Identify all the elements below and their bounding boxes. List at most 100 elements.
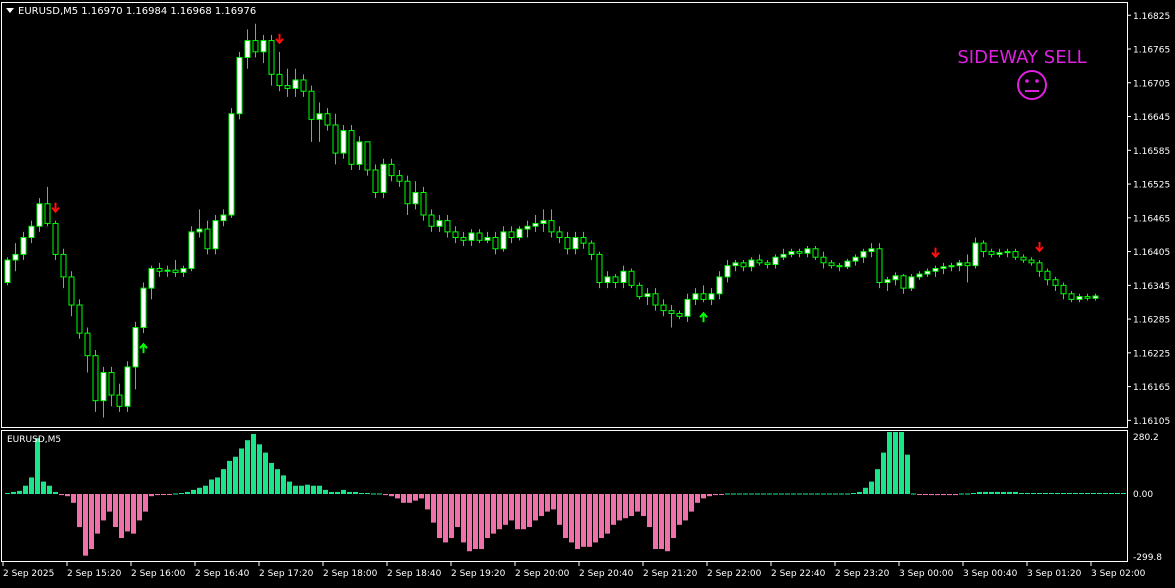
candle — [628, 268, 635, 289]
candle — [668, 305, 675, 328]
candle-body — [244, 40, 251, 58]
candle-body — [444, 220, 451, 233]
candle — [748, 257, 755, 272]
symbol-info-line: EURUSD,M5 1.16970 1.16984 1.16968 1.1697… — [18, 6, 256, 17]
histogram-bar — [569, 494, 574, 543]
candle — [508, 226, 515, 244]
candle — [532, 215, 539, 232]
candle — [284, 68, 291, 97]
histogram-bar — [827, 493, 832, 495]
histogram-bar — [215, 477, 220, 494]
histogram-bar — [917, 494, 922, 495]
time-tick-label: 2 Sep 18:40 — [387, 569, 442, 579]
candle-body — [892, 275, 899, 281]
histogram-bar — [659, 494, 664, 550]
histogram-bar — [35, 438, 40, 494]
candle — [68, 271, 75, 317]
histogram-bar — [275, 469, 280, 494]
candle-body — [876, 248, 883, 284]
candle — [1004, 248, 1011, 258]
time-tick-label: 2 Sep 16:00 — [131, 569, 186, 579]
histogram-bar — [1109, 492, 1114, 494]
histogram-bar — [95, 494, 100, 534]
price-tick-label: 1.16165 — [1133, 383, 1170, 393]
histogram-bar — [755, 493, 760, 495]
histogram-bar — [1013, 491, 1018, 494]
histogram-bar — [179, 492, 184, 494]
histogram-bar — [467, 494, 472, 552]
candle-body — [1068, 293, 1075, 300]
candle — [924, 268, 931, 277]
candle-body — [108, 372, 115, 396]
candle — [1084, 293, 1091, 301]
triangle-down-icon[interactable] — [6, 8, 14, 13]
candle-body — [628, 270, 635, 286]
candle-body — [604, 276, 611, 284]
histogram-bar — [983, 491, 988, 494]
candle — [1036, 260, 1043, 277]
candle-body — [60, 253, 67, 278]
histogram-bar — [245, 440, 250, 494]
histogram-bar — [197, 487, 202, 494]
candle — [300, 74, 307, 97]
candle — [1052, 276, 1059, 291]
histogram-bar — [221, 469, 226, 494]
candle — [340, 124, 347, 159]
sell-arrow-icon — [1035, 242, 1044, 253]
histogram-bar — [773, 493, 778, 495]
histogram-bar — [1049, 492, 1054, 494]
candle-body — [756, 259, 763, 264]
candle-body — [1052, 279, 1059, 286]
candle-body — [324, 113, 331, 126]
candle — [732, 260, 739, 272]
candle-body — [116, 394, 123, 407]
candle — [620, 265, 627, 289]
candle — [268, 34, 275, 86]
candle — [1020, 254, 1027, 263]
histogram-bar — [881, 452, 886, 494]
candle-body — [580, 237, 587, 244]
histogram-bar — [1091, 492, 1096, 494]
histogram-bar — [329, 491, 334, 494]
candle — [676, 310, 683, 320]
histogram-bar — [629, 494, 634, 517]
time-tick-label: 3 Sep 00:00 — [899, 569, 954, 579]
buy-arrow-icon — [699, 311, 708, 323]
histogram-bar — [437, 494, 442, 539]
histogram-bar — [209, 479, 214, 494]
candle-body — [780, 253, 787, 258]
candle-body — [516, 228, 523, 239]
histogram-bar — [767, 493, 772, 495]
candle — [988, 248, 995, 258]
candle — [868, 243, 875, 258]
histogram-bar — [47, 485, 52, 494]
price-tick-label: 1.16825 — [1133, 12, 1170, 22]
candle-body — [172, 269, 179, 273]
candle-body — [164, 269, 171, 272]
candle — [756, 254, 763, 266]
candle-body — [732, 262, 739, 267]
candle — [572, 231, 579, 255]
candle-body — [676, 312, 683, 317]
candle — [908, 274, 915, 291]
candle-body — [140, 287, 147, 329]
candle-body — [692, 293, 699, 300]
histogram-bar — [803, 493, 808, 495]
histogram-bar — [497, 494, 502, 530]
indicator-axis-zero: 0.00 — [1133, 490, 1153, 500]
histogram-bar — [191, 489, 196, 494]
histogram-bar — [947, 494, 952, 496]
candle — [716, 271, 723, 300]
candle-body — [452, 231, 459, 239]
histogram-bar — [1115, 492, 1120, 494]
candle-body — [228, 113, 235, 216]
candle — [636, 282, 643, 300]
candle-body — [340, 130, 347, 154]
sell-arrow-icon — [275, 33, 284, 45]
histogram-bar — [347, 491, 352, 494]
histogram-bar — [389, 494, 394, 497]
candles-layer — [4, 23, 1099, 418]
histogram-bar — [383, 494, 388, 496]
candle — [564, 231, 571, 255]
histogram-bar — [833, 493, 838, 495]
